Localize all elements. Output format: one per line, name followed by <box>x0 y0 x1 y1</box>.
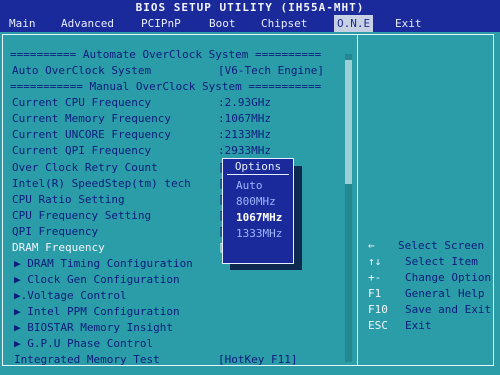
cpu-frequency-setting-label[interactable]: CPU Frequency Setting <box>12 208 151 224</box>
integrated-memory-test-label[interactable]: Integrated Memory Test <box>14 352 160 368</box>
current-cpu-frequency-label: Current CPU Frequency <box>12 96 152 109</box>
cpu-ratio-label[interactable]: CPU Ratio Setting <box>12 192 125 208</box>
help-key-f1: F1 <box>368 287 382 300</box>
current-memory-frequency-label: Current Memory Frequency <box>12 112 171 125</box>
menu-one[interactable]: O.N.E <box>334 15 374 32</box>
help-key-esc: ESC <box>368 319 388 332</box>
bios-title: BIOS SETUP UTILITY (IH55A-MHT) <box>0 0 500 15</box>
help-key-f10: F10 <box>368 303 388 316</box>
dram-frequency-label[interactable]: DRAM Frequency <box>12 240 105 256</box>
integrated-memory-test-value[interactable]: [HotKey F11] <box>218 352 297 368</box>
menu-boot[interactable]: Boot <box>206 15 239 32</box>
option-1333mhz[interactable]: 1333MHz <box>236 226 282 242</box>
help-desc-save-exit: Save and Exit <box>405 303 492 316</box>
options-popup-separator <box>227 174 289 175</box>
submenu-memory-insight[interactable]: ▶ BIOSTAR Memory Insight <box>14 320 173 336</box>
help-desc-change-option: Change Option <box>405 271 492 284</box>
help-key-arrows-ud: ↑↓ <box>368 255 382 268</box>
submenu-voltage-control[interactable]: ▶.Voltage Control <box>14 288 127 304</box>
panel-divider <box>357 34 358 366</box>
speedstep-label[interactable]: Intel(R) SpeedStep(tm) tech <box>12 176 191 192</box>
submenu-clock-gen[interactable]: ▶ Clock Gen Configuration <box>14 272 180 288</box>
qpi-frequency-label[interactable]: QPI Frequency <box>12 224 98 240</box>
menu-advanced[interactable]: Advanced <box>58 15 117 32</box>
auto-overclock-label[interactable]: Auto OverClock System <box>12 63 151 79</box>
help-desc-general-help: General Help <box>405 287 485 300</box>
menu-main[interactable]: Main <box>6 15 39 32</box>
current-memory-frequency-value: :1067MHz <box>218 112 271 125</box>
help-desc-select-screen: Select Screen <box>398 239 485 252</box>
current-cpu-frequency-value: :2.93GHz <box>218 96 271 109</box>
current-qpi-frequency-label: Current QPI Frequency <box>12 144 152 157</box>
current-uncore-frequency-value: :2133MHz <box>218 128 271 141</box>
help-key-plus-minus: +- <box>368 271 382 284</box>
current-qpi-frequency-value: :2933MHz <box>218 144 271 157</box>
menu-pcipnp[interactable]: PCIPnP <box>138 15 184 32</box>
submenu-gpu-phase[interactable]: ▶ G.P.U Phase Control <box>14 336 153 352</box>
options-popup[interactable]: Options Auto 800MHz 1067MHz 1333MHz <box>222 158 294 264</box>
manual-header: =========== Manual OverClock System ====… <box>10 80 322 93</box>
menu-bar: Main Advanced PCIPnP Boot Chipset O.N.E … <box>0 15 500 32</box>
help-desc-exit: Exit <box>405 319 432 332</box>
current-uncore-frequency-label: Current UNCORE Frequency <box>12 128 171 141</box>
submenu-dram-timing[interactable]: ▶ DRAM Timing Configuration <box>14 256 193 272</box>
option-800mhz[interactable]: 800MHz <box>236 194 276 210</box>
menu-chipset[interactable]: Chipset <box>258 15 310 32</box>
option-auto[interactable]: Auto <box>236 178 263 194</box>
retry-count-label[interactable]: Over Clock Retry Count <box>12 160 158 176</box>
submenu-intel-ppm[interactable]: ▶ Intel PPM Configuration <box>14 304 180 320</box>
scrollbar-thumb[interactable] <box>345 60 352 184</box>
help-key-arrows-lr: ← <box>368 239 375 252</box>
help-desc-select-item: Select Item <box>405 255 478 268</box>
automate-header: ========== Automate OverClock System ===… <box>10 48 322 61</box>
option-1067mhz[interactable]: 1067MHz <box>236 210 282 226</box>
auto-overclock-value[interactable]: [V6-Tech Engine] <box>218 63 324 79</box>
menu-exit[interactable]: Exit <box>392 15 425 32</box>
options-popup-title: Options <box>234 160 282 173</box>
